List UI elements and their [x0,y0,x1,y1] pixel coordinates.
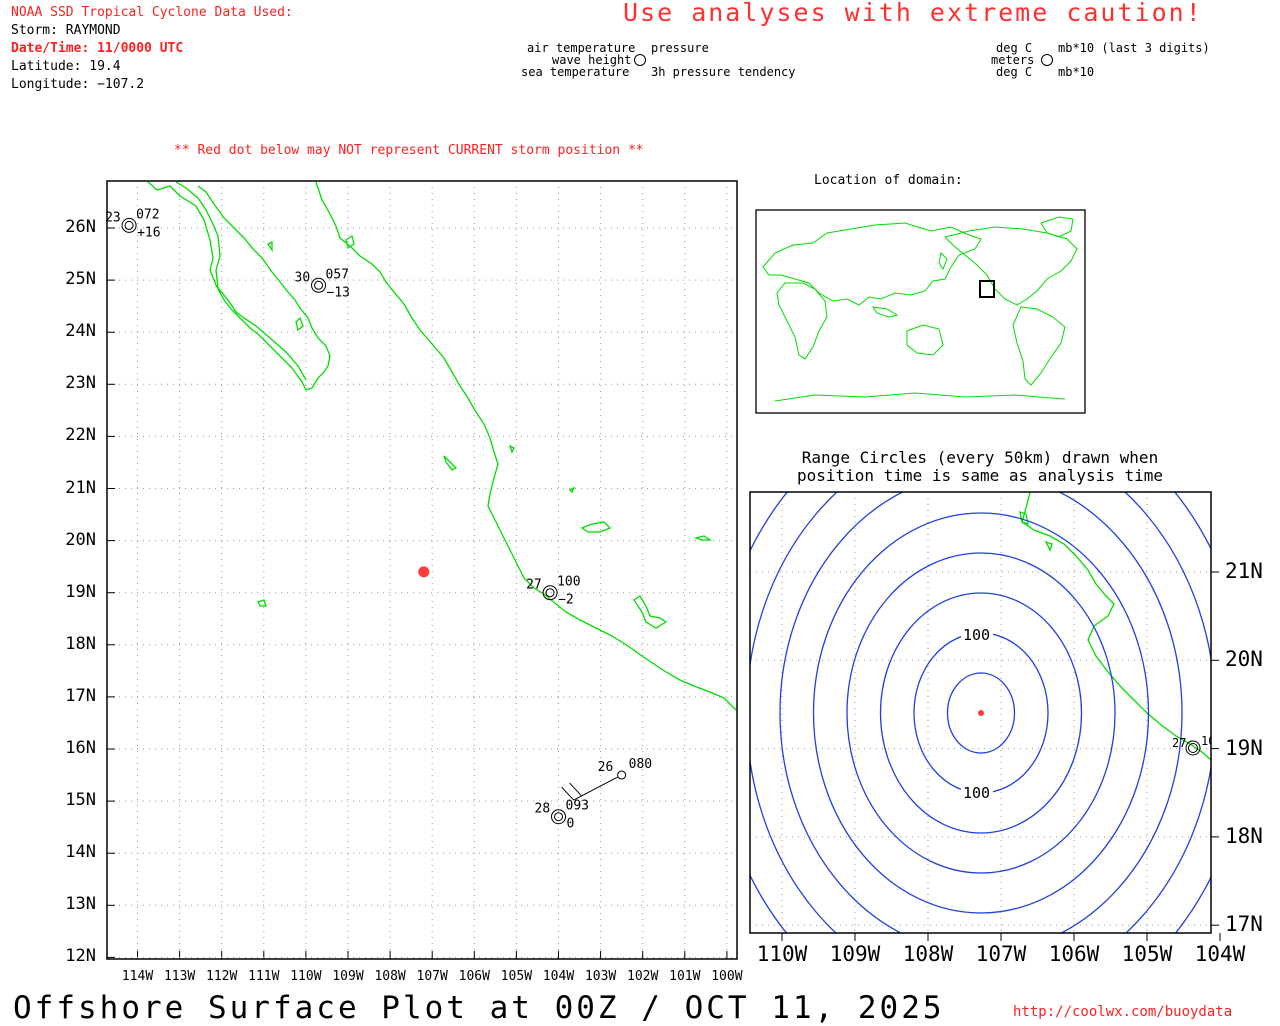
circle-label-bottom: 100 [963,784,990,802]
range-station-temp: 27 [1172,736,1186,750]
range-lat-label: 17N [1225,912,1263,937]
range-lon-label: 110W [756,942,808,966]
circle-label-top: 100 [963,626,990,644]
range-lat-label: 21N [1225,559,1263,583]
range-lat-label: 18N [1225,823,1263,848]
range-circles [750,492,1211,933]
source-url-link[interactable]: http://coolwx.com/buoydata [1013,1004,1232,1020]
range-circle [750,492,1211,933]
range-circles-map: 27 10 100 100 [749,491,1221,941]
range-lon-label: 104W [1194,942,1246,966]
range-station: 27 10 [1172,734,1215,756]
range-island-b [1044,540,1053,552]
range-grid [750,492,1211,933]
range-storm-dot [978,710,984,716]
range-lon-label: 105W [1121,942,1173,966]
range-island-a [1019,511,1029,525]
range-lon-label: 109W [829,942,881,966]
plot-title: Offshore Surface Plot at 00Z / OCT 11, 2… [13,990,945,1026]
range-lon-label: 107W [975,942,1027,966]
range-lat-label: 19N [1225,735,1263,760]
range-lon-label: 106W [1048,942,1100,966]
range-lon-label: 108W [902,942,954,966]
range-station-pressure: 10 [1201,734,1215,748]
range-lat-label: 20N [1225,647,1263,672]
